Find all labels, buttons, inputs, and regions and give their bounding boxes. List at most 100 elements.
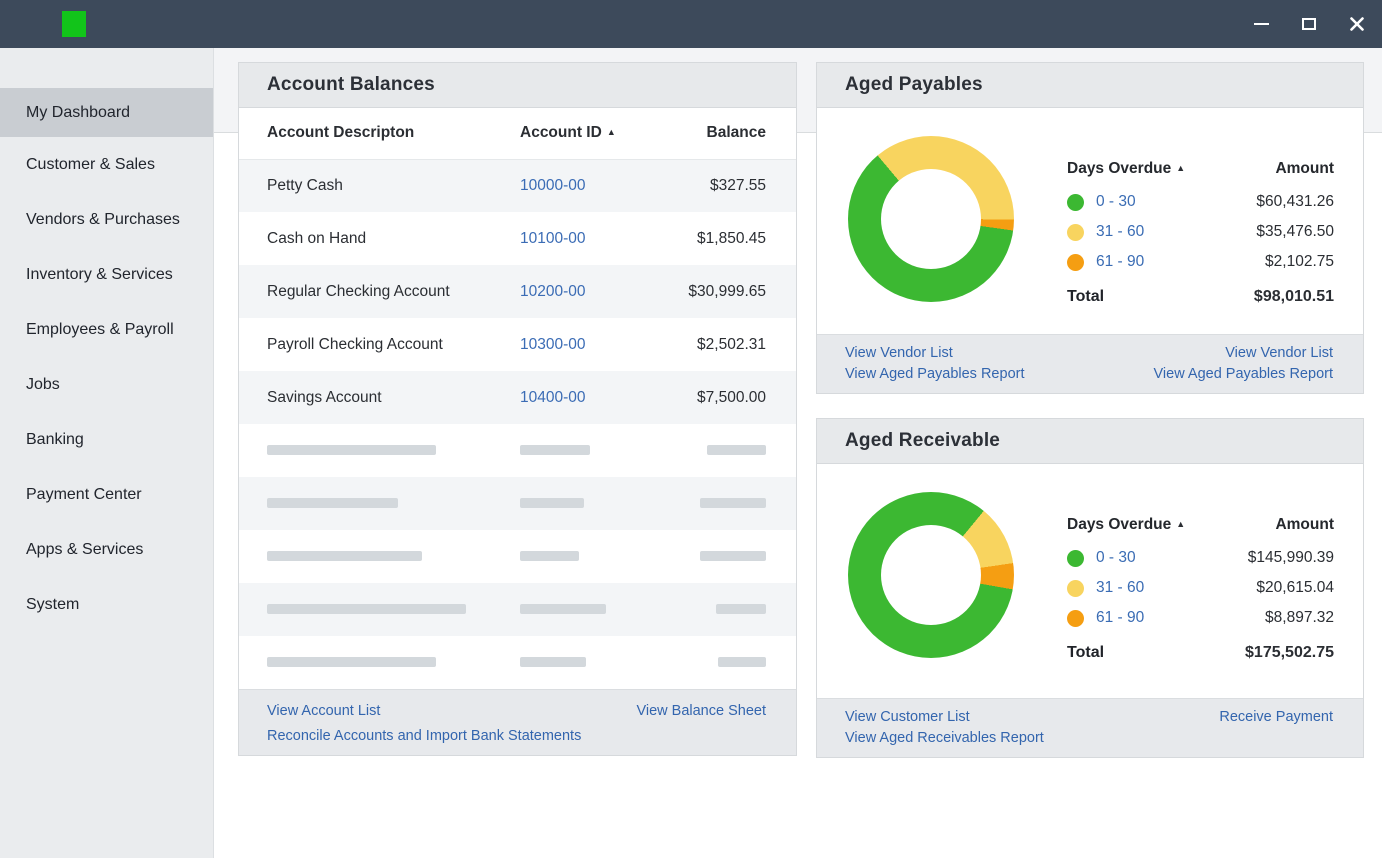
donut-hole xyxy=(881,169,981,269)
legend-link-61-90[interactable]: 61 - 90 xyxy=(1096,253,1144,271)
sort-arrow-icon: ▲ xyxy=(1176,163,1186,173)
legend-dot-61-90 xyxy=(1067,253,1084,271)
column-header-account-id[interactable]: Account ID ▲ xyxy=(520,108,640,160)
donut-hole xyxy=(881,525,981,625)
legend-amount: $2,102.75 xyxy=(1265,253,1334,270)
aged-payables-panel: Aged Payables Days Overdue ▲ Amount 0 - 3… xyxy=(816,62,1364,394)
legend-amount: $60,431.26 xyxy=(1256,193,1334,210)
account-description: Regular Checking Account xyxy=(267,282,450,300)
amount-header[interactable]: Amount xyxy=(1275,160,1334,178)
panel-title: Aged Receivable xyxy=(845,430,1001,451)
view-aged-payables-report-link[interactable]: View Aged Payables Report xyxy=(845,366,1025,382)
view-customer-list-link[interactable]: View Customer List xyxy=(845,709,970,725)
table-header-row: Account Descripton Account ID ▲ Balance xyxy=(239,108,796,160)
aged-receivable-body: Days Overdue ▲ Amount 0 - 30 $145,990.39 … xyxy=(817,464,1363,696)
skeleton-row xyxy=(239,636,796,689)
legend-row-31-60: 31 - 60 $20,615.04 xyxy=(1067,573,1334,603)
legend-link-0-30[interactable]: 0 - 30 xyxy=(1096,549,1136,567)
view-balance-sheet-link[interactable]: View Balance Sheet xyxy=(636,703,766,719)
aged-payables-body: Days Overdue ▲ Amount 0 - 30 $60,431.26 3… xyxy=(817,108,1363,334)
legend-row-61-90: 61 - 90 $8,897.32 xyxy=(1067,603,1334,633)
account-description: Savings Account xyxy=(267,388,382,406)
table-row: Savings Account 10400-00 $7,500.00 xyxy=(239,371,796,424)
account-id-link[interactable]: 10100-00 xyxy=(520,230,586,247)
account-balances-header: Account Balances xyxy=(239,63,796,108)
account-balance: $327.55 xyxy=(709,176,766,194)
close-icon xyxy=(1350,17,1364,31)
aged-receivable-legend: Days Overdue ▲ Amount 0 - 30 $145,990.39 … xyxy=(1067,516,1334,668)
legend-amount: $20,615.04 xyxy=(1256,579,1334,596)
table-row: Petty Cash 10000-00 $327.55 xyxy=(239,159,796,212)
aged-receivable-donut-chart xyxy=(848,492,1014,658)
window-controls xyxy=(1248,0,1370,48)
column-header-description[interactable]: Account Descripton xyxy=(239,108,520,160)
days-overdue-header[interactable]: Days Overdue ▲ xyxy=(1067,516,1185,534)
legend-dot-0-30 xyxy=(1067,193,1084,211)
aged-receivable-footer: View Customer List Receive Payment View … xyxy=(817,698,1363,757)
sidebar-item-payment-center[interactable]: Payment Center xyxy=(0,467,213,522)
maximize-button[interactable] xyxy=(1296,11,1322,37)
legend-link-31-60[interactable]: 31 - 60 xyxy=(1096,223,1144,241)
account-balances-panel: Account Balances Account Descripton Acco… xyxy=(238,62,797,756)
table-row: Cash on Hand 10100-00 $1,850.45 xyxy=(239,212,796,265)
view-account-list-link[interactable]: View Account List xyxy=(267,703,380,719)
close-button[interactable] xyxy=(1344,11,1370,37)
legend-dot-31-60 xyxy=(1067,579,1084,597)
legend-total-row: Total $98,010.51 xyxy=(1067,282,1334,312)
sidebar-item-my-dashboard[interactable]: My Dashboard xyxy=(0,88,213,137)
sort-arrow-icon: ▲ xyxy=(1176,519,1186,529)
aged-receivable-panel: Aged Receivable Days Overdue ▲ Amount 0 -… xyxy=(816,418,1364,758)
legend-amount: $145,990.39 xyxy=(1247,549,1334,566)
days-overdue-header[interactable]: Days Overdue ▲ xyxy=(1067,160,1185,178)
minimize-button[interactable] xyxy=(1248,11,1274,37)
account-id-link[interactable]: 10200-00 xyxy=(520,283,586,300)
amount-header[interactable]: Amount xyxy=(1275,516,1334,534)
account-description: Petty Cash xyxy=(267,176,343,194)
sidebar-item-system[interactable]: System xyxy=(0,577,213,632)
legend-link-61-90[interactable]: 61 - 90 xyxy=(1096,609,1144,627)
sort-arrow-icon: ▲ xyxy=(606,127,616,138)
view-aged-receivables-report-link[interactable]: View Aged Receivables Report xyxy=(845,730,1044,746)
table-row: Payroll Checking Account 10300-00 $2,502… xyxy=(239,318,796,371)
view-vendor-list-link[interactable]: View Vendor List xyxy=(1225,345,1333,361)
total-label: Total xyxy=(1067,288,1105,305)
table-row: Regular Checking Account 10200-00 $30,99… xyxy=(239,265,796,318)
account-id-link[interactable]: 10400-00 xyxy=(520,389,586,406)
legend-dot-31-60 xyxy=(1067,223,1084,241)
legend-total-row: Total $175,502.75 xyxy=(1067,638,1334,668)
sidebar-item-customer-sales[interactable]: Customer & Sales xyxy=(0,137,213,192)
panel-title: Aged Payables xyxy=(845,74,983,95)
sidebar-item-banking[interactable]: Banking xyxy=(0,412,213,467)
account-id-link[interactable]: 10300-00 xyxy=(520,336,586,353)
account-balances-table: Account Descripton Account ID ▲ Balance P… xyxy=(239,108,796,689)
view-vendor-list-link[interactable]: View Vendor List xyxy=(845,345,953,361)
sidebar-item-employees-payroll[interactable]: Employees & Payroll xyxy=(0,302,213,357)
account-balance: $7,500.00 xyxy=(697,388,766,406)
account-balances-footer: View Account List View Balance Sheet Rec… xyxy=(239,689,796,755)
account-balance: $1,850.45 xyxy=(697,229,766,247)
sidebar-item-jobs[interactable]: Jobs xyxy=(0,357,213,412)
panel-title: Account Balances xyxy=(267,74,435,95)
account-balance: $30,999.65 xyxy=(688,282,766,300)
column-header-balance[interactable]: Balance xyxy=(640,108,796,160)
aged-payables-header: Aged Payables xyxy=(817,63,1363,108)
receive-payment-link[interactable]: Receive Payment xyxy=(1219,709,1333,725)
sidebar-item-vendors-purchases[interactable]: Vendors & Purchases xyxy=(0,192,213,247)
legend-row-61-90: 61 - 90 $2,102.75 xyxy=(1067,247,1334,277)
view-aged-payables-report-link[interactable]: View Aged Payables Report xyxy=(1154,366,1334,382)
reconcile-accounts-link[interactable]: Reconcile Accounts and Import Bank State… xyxy=(267,728,581,744)
legend-amount: $8,897.32 xyxy=(1265,609,1334,626)
account-description: Cash on Hand xyxy=(267,229,367,247)
sidebar-nav: My Dashboard Customer & Sales Vendors & … xyxy=(0,48,214,858)
legend-row-0-30: 0 - 30 $60,431.26 xyxy=(1067,187,1334,217)
skeleton-row xyxy=(239,583,796,636)
maximize-icon xyxy=(1302,18,1316,30)
total-amount: $98,010.51 xyxy=(1253,288,1334,305)
legend-link-0-30[interactable]: 0 - 30 xyxy=(1096,193,1136,211)
app-window: My Dashboard Customer & Sales Vendors & … xyxy=(0,0,1382,858)
sidebar-item-apps-services[interactable]: Apps & Services xyxy=(0,522,213,577)
sidebar-item-inventory-services[interactable]: Inventory & Services xyxy=(0,247,213,302)
legend-amount: $35,476.50 xyxy=(1256,223,1334,240)
account-id-link[interactable]: 10000-00 xyxy=(520,177,586,194)
legend-link-31-60[interactable]: 31 - 60 xyxy=(1096,579,1144,597)
